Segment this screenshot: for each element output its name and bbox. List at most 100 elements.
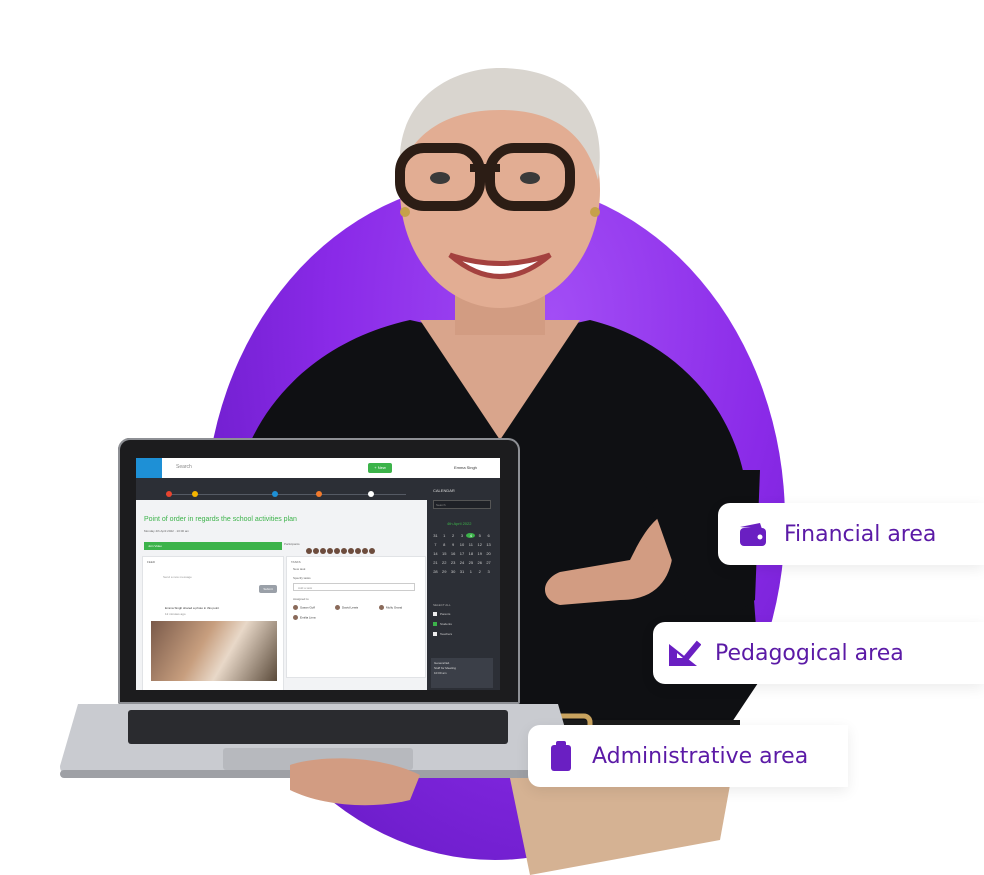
- calendar-search[interactable]: Search: [433, 500, 491, 509]
- calendar-day[interactable]: 5: [475, 533, 484, 538]
- tasks-title: TASKS: [291, 560, 301, 564]
- assigned-label: Assigned to: [293, 597, 309, 601]
- calendar-day[interactable]: 1: [440, 533, 449, 538]
- calendar-day[interactable]: 28: [431, 569, 440, 574]
- submit-button[interactable]: Submit: [259, 585, 277, 593]
- avatar: [335, 605, 340, 610]
- calendar-day[interactable]: 21: [431, 560, 440, 565]
- calendar-day[interactable]: 16: [449, 551, 458, 556]
- calendar-sidebar: CALENDAR Search 4th April 2022 31 1 2 3 4 5 6 7…: [427, 478, 500, 690]
- calendar-day[interactable]: 31: [458, 569, 467, 574]
- search-input[interactable]: Search: [176, 464, 192, 470]
- calendar-day[interactable]: 1: [466, 569, 475, 574]
- timeline-dot[interactable]: [166, 491, 172, 497]
- financial-area-label: Financial area: [784, 521, 937, 547]
- post-photo[interactable]: [151, 621, 277, 681]
- assignee-name: Emilia Lima: [300, 615, 316, 620]
- assignee-name: Molly Grand: [386, 605, 403, 610]
- calendar-day[interactable]: 8: [440, 542, 449, 547]
- task-prompt: Specify tasks: [293, 576, 311, 580]
- meeting-meta: Monday 4th April 2022 · 10:00 am: [144, 529, 190, 533]
- assignee-chip[interactable]: David Lewis: [335, 605, 358, 610]
- checkbox-icon: [433, 632, 437, 637]
- avatar[interactable]: [313, 548, 319, 554]
- tasks-panel: TASKS New task Specify tasks Add a task …: [286, 556, 426, 678]
- checkbox-icon: [433, 612, 437, 617]
- calendar-month: 4th April 2022: [447, 521, 472, 526]
- pedagogical-area-tag[interactable]: Pedagogical area: [653, 622, 984, 684]
- calendar-day[interactable]: 27: [484, 560, 493, 565]
- message-input[interactable]: Send a new message: [163, 575, 192, 579]
- timeline-dot[interactable]: [316, 491, 322, 497]
- avatar[interactable]: [306, 548, 312, 554]
- calendar-day[interactable]: 13: [484, 542, 493, 547]
- new-button[interactable]: + New: [368, 463, 392, 473]
- filter-parents[interactable]: Parents: [433, 612, 450, 617]
- calendar-day[interactable]: 17: [458, 551, 467, 556]
- filter-students[interactable]: Students: [433, 622, 452, 627]
- avatar[interactable]: [362, 548, 368, 554]
- timeline-dot[interactable]: [368, 491, 374, 497]
- calendar-day[interactable]: 31: [431, 533, 440, 538]
- calendar-day[interactable]: 3: [484, 569, 493, 574]
- meeting-title: Point of order in regards the school act…: [144, 516, 297, 523]
- join-video-bar[interactable]: Join Video: [144, 542, 282, 550]
- laptop-screen: Search + New Emma Singh Point of order i…: [136, 458, 500, 690]
- user-name[interactable]: Emma Singh: [454, 465, 477, 470]
- calendar-day[interactable]: 6: [484, 533, 493, 538]
- calendar-title: CALENDAR: [433, 488, 455, 493]
- participants-label: Participants: [284, 542, 300, 546]
- avatar[interactable]: [320, 548, 326, 554]
- calendar-day[interactable]: 2: [449, 533, 458, 538]
- calendar-day[interactable]: 14: [431, 551, 440, 556]
- geometry-tools-icon: [667, 636, 701, 670]
- feed-panel: FEED Send a new message Submit Emma Sing…: [142, 556, 284, 690]
- timeline-dot[interactable]: [192, 491, 198, 497]
- calendar-day[interactable]: 3: [458, 533, 467, 538]
- hand: [290, 758, 420, 806]
- calendar-day[interactable]: 9: [449, 542, 458, 547]
- filter-teachers[interactable]: Teachers: [433, 632, 452, 637]
- assignee-chip[interactable]: Molly Grand: [379, 605, 402, 610]
- assignee-chip[interactable]: Emilia Lima: [293, 615, 316, 620]
- calendar-day[interactable]: 10: [458, 542, 467, 547]
- pedagogical-area-label: Pedagogical area: [715, 640, 904, 666]
- calendar-day[interactable]: 20: [484, 551, 493, 556]
- calendar-day[interactable]: 2: [475, 569, 484, 574]
- calendar-day[interactable]: 26: [475, 560, 484, 565]
- app-logo-icon[interactable]: [136, 458, 162, 478]
- financial-area-tag[interactable]: Financial area: [718, 503, 984, 565]
- task-input[interactable]: Add a task: [293, 583, 415, 591]
- calendar-day[interactable]: 11: [466, 542, 475, 547]
- calendar-day[interactable]: 30: [449, 569, 458, 574]
- calendar-day[interactable]: 7: [431, 542, 440, 547]
- calendar-day[interactable]: 15: [440, 551, 449, 556]
- calendar-day[interactable]: 29: [440, 569, 449, 574]
- calendar-day[interactable]: 25: [466, 560, 475, 565]
- calendar-day[interactable]: 22: [440, 560, 449, 565]
- avatar[interactable]: [334, 548, 340, 554]
- meeting-date: Monday 4th April 2022: [144, 529, 174, 533]
- wallet-icon: [736, 517, 770, 551]
- feed-title: FEED: [147, 560, 156, 564]
- filter-title: SELECT ALL: [433, 603, 451, 607]
- timeline-dot[interactable]: [272, 491, 278, 497]
- calendar-day[interactable]: 4: [466, 533, 476, 538]
- meeting-card[interactable]: General Ed. Stuff for Meeting 10:00 am: [431, 658, 493, 688]
- administrative-area-label: Administrative area: [592, 743, 809, 769]
- assignee-chip[interactable]: Susan Goff: [293, 605, 315, 610]
- avatar[interactable]: [348, 548, 354, 554]
- avatar[interactable]: [369, 548, 375, 554]
- calendar-day[interactable]: 18: [466, 551, 475, 556]
- calendar-day[interactable]: 19: [475, 551, 484, 556]
- calendar-day[interactable]: 24: [458, 560, 467, 565]
- post-author: Emma Singh shared a photo in this point: [165, 606, 220, 610]
- calendar-day[interactable]: 12: [475, 542, 484, 547]
- calendar-day[interactable]: 23: [449, 560, 458, 565]
- meeting-card-line: 10:00 am: [434, 671, 447, 675]
- avatar[interactable]: [327, 548, 333, 554]
- avatar[interactable]: [355, 548, 361, 554]
- avatar[interactable]: [341, 548, 347, 554]
- administrative-area-tag[interactable]: Administrative area: [528, 725, 848, 787]
- post-time: 12 minutes ago: [165, 612, 186, 616]
